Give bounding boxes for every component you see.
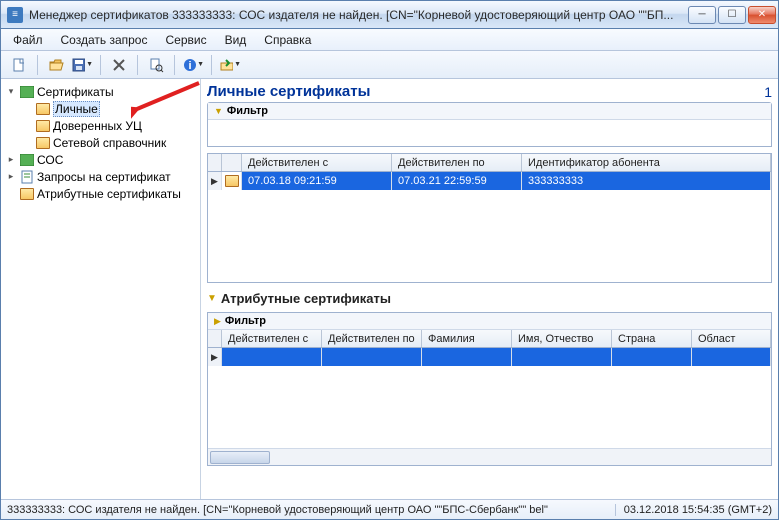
app-icon: ≡	[7, 7, 23, 23]
tree-label: Запросы на сертификат	[37, 170, 171, 184]
menu-create-request[interactable]: Создать запрос	[53, 31, 156, 49]
cell-subscriber-id: 333333333	[522, 172, 771, 190]
col-region[interactable]: Област	[692, 330, 771, 347]
triangle-down-icon[interactable]: ▼	[207, 293, 217, 304]
window-title: Менеджер сертификатов 333333333: СОС изд…	[29, 8, 688, 22]
row-indicator-icon: ▶	[208, 348, 222, 366]
horizontal-scrollbar[interactable]	[208, 448, 771, 465]
folder-export-icon	[219, 57, 233, 73]
document-icon	[11, 57, 27, 73]
col-surname[interactable]: Фамилия	[422, 330, 512, 347]
delete-x-icon	[112, 58, 126, 72]
triangle-right-icon[interactable]: ▶	[214, 316, 221, 327]
svg-text:i: i	[188, 60, 191, 72]
menu-help[interactable]: Справка	[256, 31, 319, 49]
tree-label: Личные	[53, 101, 100, 117]
info-icon: i	[182, 57, 196, 73]
tree-label: СОС	[37, 153, 63, 167]
magnifier-page-icon	[148, 57, 164, 73]
tree-node-requests[interactable]: ▸ Запросы на сертификат	[1, 168, 200, 185]
tree-label: Сертификаты	[37, 85, 114, 99]
tree-node-attribute-certs[interactable]: Атрибутные сертификаты	[1, 185, 200, 202]
cert-icon	[35, 102, 51, 116]
tree-label: Атрибутные сертификаты	[37, 187, 181, 201]
menu-view[interactable]: Вид	[217, 31, 255, 49]
cert-icon	[35, 119, 51, 133]
save-button[interactable]: ▼	[70, 54, 94, 76]
chevron-down-icon: ▼	[197, 61, 204, 68]
menu-file[interactable]: Файл	[5, 31, 51, 49]
certificates-grid: Действителен с Действителен по Идентифик…	[207, 153, 772, 283]
page-count: 1	[764, 84, 772, 100]
close-button[interactable]: ✕	[748, 6, 776, 24]
col-name[interactable]: Имя, Отчество	[512, 330, 612, 347]
row-indicator-icon: ▶	[208, 172, 222, 190]
collapse-icon[interactable]: ▾	[5, 86, 17, 97]
col-valid-to[interactable]: Действителен по	[392, 154, 522, 171]
window-titlebar: ≡ Менеджер сертификатов 333333333: СОС и…	[1, 1, 778, 29]
attr-section-title: Атрибутные сертификаты	[221, 291, 391, 306]
tree-node-network-directory[interactable]: Сетевой справочник	[1, 134, 200, 151]
status-message: 333333333: СОС издателя не найден. [CN="…	[7, 504, 609, 516]
folder-cert-icon	[19, 85, 35, 99]
filter-body[interactable]	[208, 120, 771, 146]
table-row[interactable]: ▶	[208, 348, 771, 366]
status-time: 03.12.2018 15:54:35 (GMT+2)	[615, 504, 772, 516]
col-valid-from[interactable]: Действителен с	[222, 330, 322, 347]
minimize-button[interactable]: ─	[688, 6, 716, 24]
cell-valid-from: 07.03.18 09:21:59	[242, 172, 392, 190]
maximize-button[interactable]: ☐	[718, 6, 746, 24]
chevron-down-icon: ▼	[86, 61, 93, 68]
col-valid-from[interactable]: Действителен с	[242, 154, 392, 171]
delete-button[interactable]	[107, 54, 131, 76]
cert-icon	[19, 187, 35, 201]
page-title: Личные сертификаты	[207, 83, 370, 100]
folder-open-icon	[48, 57, 64, 73]
request-icon	[19, 170, 35, 184]
menubar: Файл Создать запрос Сервис Вид Справка	[1, 29, 778, 51]
main-panel: Личные сертификаты 1 ▼ Фильтр Действител…	[201, 79, 778, 499]
preview-button[interactable]	[144, 54, 168, 76]
tree-label: Сетевой справочник	[53, 136, 166, 150]
filter-panel: ▼ Фильтр	[207, 102, 772, 147]
status-bar: 333333333: СОС издателя не найден. [CN="…	[1, 499, 778, 519]
info-button[interactable]: i ▼	[181, 54, 205, 76]
tree-panel: ▾ Сертификаты Личные Доверенных УЦ Сетев…	[1, 79, 201, 499]
tree-label: Доверенных УЦ	[53, 119, 142, 133]
open-button[interactable]	[44, 54, 68, 76]
col-country[interactable]: Страна	[612, 330, 692, 347]
filter-label: Фильтр	[227, 105, 268, 117]
new-button[interactable]	[7, 54, 31, 76]
tree-node-certificates[interactable]: ▾ Сертификаты	[1, 83, 200, 100]
cert-icon	[35, 136, 51, 150]
col-valid-to[interactable]: Действителен по	[322, 330, 422, 347]
floppy-icon	[71, 57, 85, 73]
filter-label: Фильтр	[225, 315, 266, 327]
menu-service[interactable]: Сервис	[157, 31, 214, 49]
toolbar: ▼ i ▼ ▼	[1, 51, 778, 79]
row-cert-icon	[222, 172, 242, 190]
chevron-down-icon: ▼	[234, 61, 241, 68]
cell-valid-to: 07.03.21 22:59:59	[392, 172, 522, 190]
triangle-down-icon[interactable]: ▼	[214, 106, 223, 116]
attribute-certs-grid: ▶ Фильтр Действителен с Действителен по …	[207, 312, 772, 466]
table-row[interactable]: ▶ 07.03.18 09:21:59 07.03.21 22:59:59 33…	[208, 172, 771, 190]
expand-icon[interactable]: ▸	[5, 154, 17, 165]
tree-node-personal[interactable]: Личные	[1, 100, 200, 117]
tree-node-trusted-ca[interactable]: Доверенных УЦ	[1, 117, 200, 134]
export-button[interactable]: ▼	[218, 54, 242, 76]
tree-node-crl[interactable]: ▸ СОС	[1, 151, 200, 168]
crl-icon	[19, 153, 35, 167]
col-subscriber-id[interactable]: Идентификатор абонента	[522, 154, 771, 171]
expand-icon[interactable]: ▸	[5, 171, 17, 182]
